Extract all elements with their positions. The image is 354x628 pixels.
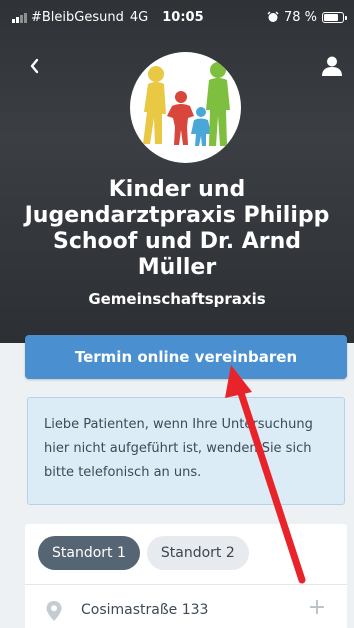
address-text: Cosimastraße 133 — [81, 602, 209, 618]
battery-icon — [322, 11, 347, 23]
profile-button[interactable] — [320, 54, 344, 78]
book-appointment-button[interactable]: Termin online vereinbaren — [25, 335, 347, 379]
map-pin-icon — [46, 601, 62, 621]
back-button[interactable] — [24, 54, 48, 78]
practice-name: Kinder und Jugendarztpraxis Philipp Scho… — [24, 177, 330, 280]
clock: 10:05 — [162, 9, 204, 25]
battery-percent: 78 % — [283, 9, 317, 25]
alarm-icon — [267, 11, 279, 22]
info-notice: Liebe Patienten, wenn Ihre Untersuchung … — [27, 397, 345, 505]
divider — [25, 584, 347, 585]
tab-location-1[interactable]: Standort 1 — [38, 536, 140, 570]
user-icon — [322, 56, 342, 76]
tab-location-2[interactable]: Standort 2 — [146, 536, 249, 570]
notice-text: Liebe Patienten, wenn Ihre Untersuchung … — [44, 417, 313, 480]
chevron-left-icon — [30, 58, 39, 74]
plus-icon[interactable]: + — [307, 596, 327, 620]
battery-level — [324, 13, 339, 21]
status-bar: #BleibGesund 4G 10:05 78 % — [0, 0, 354, 34]
practice-header: Kinder und Jugendarztpraxis Philipp Scho… — [0, 0, 354, 343]
practice-logo — [130, 52, 241, 163]
address-row[interactable]: Cosimastraße 133 + — [25, 596, 347, 626]
practice-type: Gemeinschaftspraxis — [88, 290, 266, 308]
locations-card: Standort 1 Standort 2 Cosimastraße 133 + — [25, 524, 347, 628]
family-logo-icon — [143, 62, 230, 146]
location-tabs: Standort 1 Standort 2 — [38, 536, 249, 570]
network-type: 4G — [129, 9, 149, 25]
app-screen: Kinder und Jugendarztpraxis Philipp Scho… — [0, 0, 354, 628]
carrier-name: #BleibGesund — [31, 9, 124, 25]
signal-strength-icon — [12, 12, 27, 23]
